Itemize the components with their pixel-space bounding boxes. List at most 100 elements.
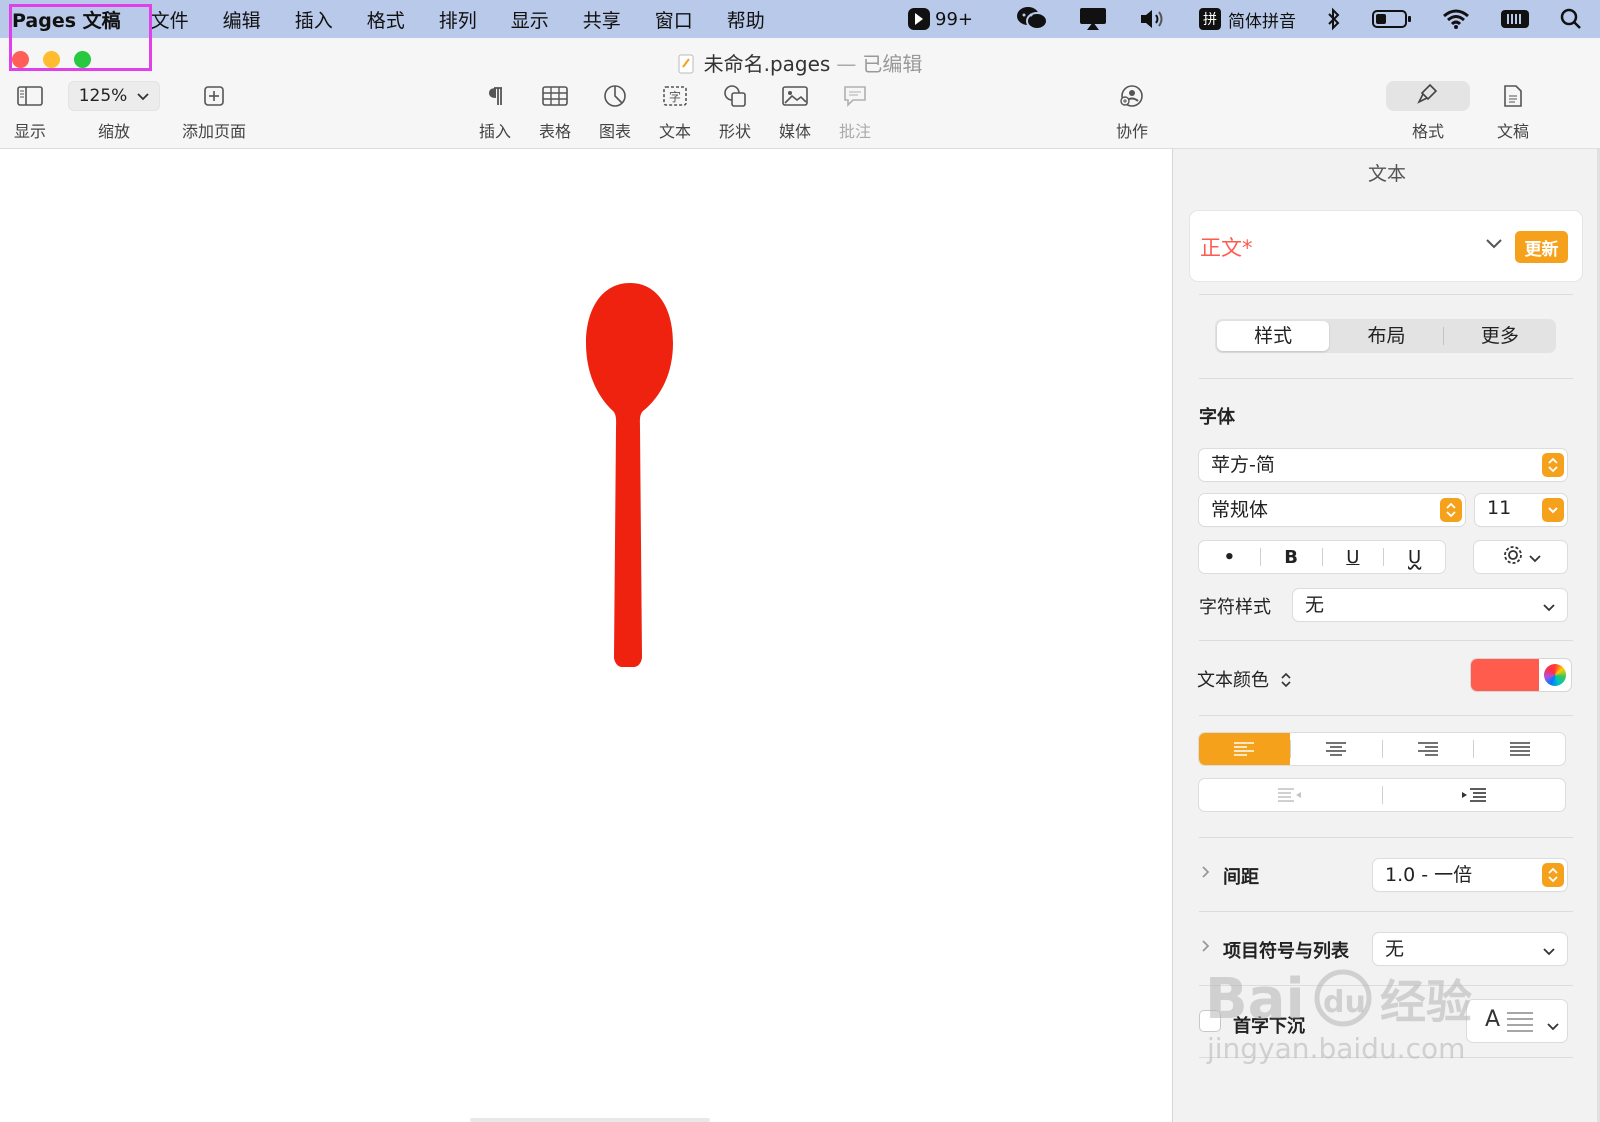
zoom-control[interactable]: 125% 缩放 [68,81,160,142]
strikethrough-button[interactable]: U [1384,547,1445,568]
view-label: 显示 [14,122,47,141]
comment-button[interactable]: 批注 [839,82,871,142]
increase-indent-button[interactable] [1383,779,1566,811]
divider [1199,985,1573,986]
menu-share[interactable]: 共享 [583,6,621,33]
document-page-icon [1503,82,1523,110]
document-title: 未命名.pages — 已编辑 [0,48,1600,77]
dropcap-lines-icon [1507,1010,1533,1038]
paragraph-style-card[interactable]: 正文* 更新 [1190,211,1582,281]
battery-icon[interactable] [1372,0,1412,38]
horizontal-scrollbar[interactable] [470,1118,710,1122]
decrease-indent-button[interactable] [1199,779,1382,811]
badge-count: 99+ [935,8,973,30]
shape-icon [722,82,748,110]
chevron-down-icon[interactable] [1485,235,1503,254]
advanced-options-button[interactable] [1474,541,1567,573]
menu-arrange[interactable]: 排列 [439,6,477,33]
menu-edit[interactable]: 编辑 [223,6,261,33]
text-color-well[interactable] [1471,659,1571,691]
shape-button[interactable]: 形状 [719,82,751,142]
table-button[interactable]: 表格 [539,82,571,142]
menu-help[interactable]: 帮助 [727,6,765,33]
text-color-swatch[interactable] [1471,659,1539,691]
font-size-value[interactable]: 11 [1487,497,1511,519]
insert-label: 插入 [479,122,512,141]
paragraph-icon [486,82,504,110]
media-button[interactable]: 媒体 [779,82,811,142]
tab-layout[interactable]: 布局 [1330,321,1442,351]
dropcap-style-select[interactable]: A [1467,1000,1567,1042]
spacing-label[interactable]: 间距 [1223,863,1259,889]
spoon-shape[interactable] [560,277,700,697]
app-menu[interactable]: Pages 文稿 [12,6,121,33]
text-box-button[interactable]: 字 文本 [659,82,691,142]
volume-icon[interactable] [1138,0,1168,38]
view-button[interactable]: 显示 [14,82,46,142]
title-separator: — [836,52,857,76]
text-color-label[interactable]: 文本颜色 [1197,666,1291,692]
spacing-select[interactable]: 1.0 - 一倍 [1373,859,1567,891]
font-style-select[interactable]: 常规体 [1199,494,1465,526]
spacing-value: 1.0 - 一倍 [1385,864,1473,886]
stepper-icon [1281,670,1291,691]
tab-style[interactable]: 样式 [1217,321,1330,351]
status-area: 99+ 拼 简体拼音 [892,0,1600,38]
char-style-select[interactable]: 无 [1293,589,1567,621]
font-family-select[interactable]: 苹方-简 [1199,449,1567,481]
chevron-down-icon [1528,548,1541,567]
bullet-button[interactable]: • [1199,547,1260,568]
paragraph-style-name[interactable]: 正文* [1200,232,1253,262]
font-size-field[interactable]: 11 [1475,494,1567,526]
update-style-button[interactable]: 更新 [1515,231,1568,263]
menu-view[interactable]: 显示 [511,6,549,33]
menu-insert[interactable]: 插入 [295,6,333,33]
color-wheel-icon[interactable] [1544,664,1566,686]
dropcap-letter-icon: A [1485,1007,1501,1032]
notification-app-icon[interactable] [907,0,931,38]
insert-button[interactable]: 插入 [479,82,511,142]
menu-file[interactable]: 文件 [151,6,189,33]
input-method-label[interactable]: 简体拼音 [1228,0,1296,38]
chart-button[interactable]: 图表 [599,82,631,142]
svg-text:拼: 拼 [1203,12,1217,28]
screen-mirroring-icon[interactable] [1078,0,1108,38]
stepper-icon [1542,453,1564,477]
justify-button[interactable] [1474,733,1565,765]
zoom-select[interactable]: 125% [68,81,160,111]
spotlight-search-icon[interactable] [1560,0,1582,38]
document-status: 已编辑 [862,52,923,76]
chevron-right-icon[interactable] [1201,864,1211,883]
divider [1199,294,1573,295]
add-page-button[interactable]: 添加页面 [182,82,246,142]
format-button[interactable]: 格式 [1386,81,1470,142]
dropcap-checkbox[interactable] [1200,1011,1220,1031]
paintbrush-icon [1416,82,1440,110]
bold-button[interactable]: B [1261,547,1322,568]
wifi-icon[interactable] [1442,0,1470,38]
chevron-right-icon[interactable] [1201,938,1211,957]
font-family-value: 苹方-简 [1211,454,1275,476]
inspector-title: 文本 [1367,163,1406,185]
chart-label: 图表 [599,122,632,141]
control-center-icon[interactable] [1500,0,1530,38]
align-left-button[interactable] [1199,733,1290,765]
align-center-button[interactable] [1291,733,1382,765]
document-canvas[interactable] [0,149,1172,1122]
menu-format[interactable]: 格式 [367,6,405,33]
chevron-down-icon[interactable] [1542,498,1564,522]
wechat-icon[interactable] [1016,0,1048,38]
table-icon [542,82,568,110]
collaborate-button[interactable]: 协作 [1116,82,1148,142]
bluetooth-icon[interactable] [1326,0,1342,38]
align-right-button[interactable] [1383,733,1474,765]
divider [1199,1057,1573,1058]
underline-button[interactable]: U [1323,547,1384,568]
input-method-icon[interactable]: 拼 [1198,0,1222,38]
font-section-label: 字体 [1199,407,1235,428]
bullets-select[interactable]: 无 [1373,933,1567,965]
document-button[interactable]: 文稿 [1497,82,1529,142]
tab-more[interactable]: 更多 [1444,321,1556,351]
bullets-lists-label[interactable]: 项目符号与列表 [1223,937,1349,963]
menu-window[interactable]: 窗口 [655,6,693,33]
